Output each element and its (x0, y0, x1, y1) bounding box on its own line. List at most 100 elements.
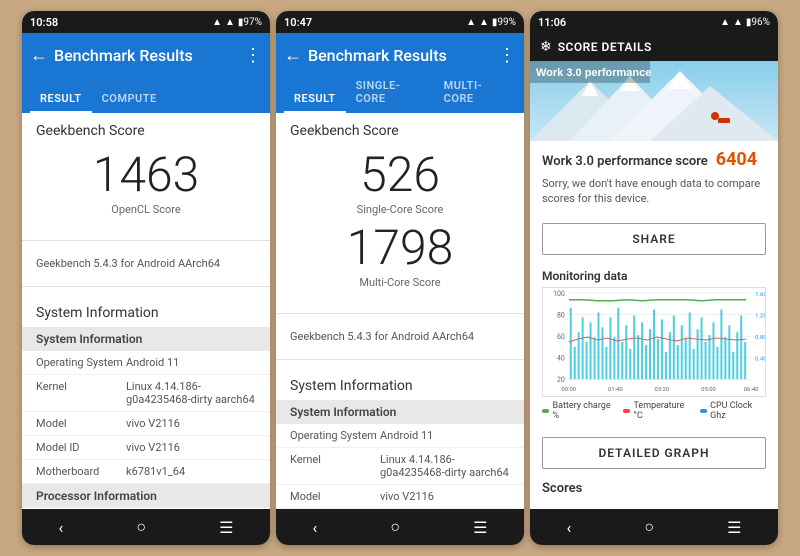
phone3-home-nav[interactable]: ○ (644, 517, 654, 537)
phone1-more-button[interactable]: ⋮ (244, 45, 262, 66)
phone3-nav-bar: ‹ ○ ☰ (530, 509, 778, 545)
phone3-time: 11:06 (538, 16, 566, 29)
phone1-divider2 (22, 286, 270, 287)
phone3-status-bar: 11:06 ▲ ▲ ▮96% (530, 11, 778, 33)
phone3-menu-nav[interactable]: ☰ (727, 518, 741, 537)
table-row: Model vivo V2116 (276, 485, 524, 509)
info-label: Kernel (290, 453, 380, 479)
phone1: 10:58 ▲ ▲ ▮97% ← Benchmark Results ⋮ RES… (22, 11, 270, 545)
phone2-top-bar: ← Benchmark Results ⋮ (276, 33, 524, 77)
info-value: vivo V2116 (380, 490, 510, 503)
temp-legend-dot (623, 409, 630, 413)
phone2-score-section: Geekbench Score 526 Single-Core Score 17… (276, 113, 524, 305)
phone1-back-nav[interactable]: ‹ (59, 518, 64, 537)
signal-icon: ▲ (479, 17, 489, 28)
info-value: Android 11 (126, 356, 256, 369)
phone3-header: ❄ SCORE DETAILS (530, 33, 778, 61)
phone1-menu-nav[interactable]: ☰ (219, 518, 233, 537)
phone2-score1: 526 (290, 151, 510, 199)
svg-text:100: 100 (553, 290, 565, 298)
phone2-back-nav[interactable]: ‹ (313, 518, 318, 537)
phone1-sysinfo-title: System Information (22, 295, 270, 327)
svg-text:03:20: 03:20 (655, 387, 670, 393)
svg-text:0.80GHz: 0.80GHz (755, 335, 765, 341)
svg-text:20: 20 (557, 376, 565, 384)
svg-text:0.40GHz: 0.40GHz (755, 356, 765, 362)
monitoring-title: Monitoring data (542, 269, 766, 283)
phone2-tab-multi[interactable]: MULTI-CORE (434, 73, 516, 113)
info-label: Operating System (290, 429, 380, 442)
svg-text:06:40: 06:40 (744, 387, 759, 393)
info-label: Motherboard (36, 465, 126, 478)
info-label: Kernel (36, 380, 126, 406)
phone2-title: Benchmark Results (308, 46, 492, 65)
svg-text:1.20GHz: 1.20GHz (755, 313, 765, 319)
phone1-score-label: OpenCL Score (36, 203, 256, 216)
phone2-more-button[interactable]: ⋮ (498, 45, 516, 66)
phone3-back-nav[interactable]: ‹ (567, 518, 572, 537)
phone2-divider (276, 313, 524, 314)
info-value: Android 11 (380, 429, 510, 442)
table-row: Operating System Android 11 (276, 424, 524, 448)
phone1-version: Geekbench 5.4.3 for Android AArch64 (22, 249, 270, 278)
phone1-score-section: Geekbench Score 1463 OpenCL Score (22, 113, 270, 232)
phone1-score: 1463 (36, 151, 256, 199)
battery-icon: ▮96% (746, 17, 770, 28)
detailed-graph-button[interactable]: DETAILED GRAPH (542, 437, 766, 469)
share-button[interactable]: SHARE (542, 223, 766, 255)
phone2-sysinfo-title: System Information (276, 368, 524, 400)
phone2-time: 10:47 (284, 16, 312, 29)
phone3-content: Work 3.0 performance Work 3.0 performanc… (530, 61, 778, 509)
svg-text:01:40: 01:40 (608, 387, 623, 393)
wifi-icon: ▲ (212, 17, 222, 28)
phone1-table-header1: System Information (22, 327, 270, 351)
phone1-nav-bar: ‹ ○ ☰ (22, 509, 270, 545)
work-score-value: 6404 (716, 149, 757, 170)
phone2-tab-bar: RESULT SINGLE-CORE MULTI-CORE (276, 77, 524, 113)
hero-image: Work 3.0 performance (530, 61, 778, 141)
table-row: Motherboard k6781v1_64 (22, 460, 270, 484)
phone1-title: Benchmark Results (54, 46, 238, 65)
phone2-content: Geekbench Score 526 Single-Core Score 17… (276, 113, 524, 509)
phone2-home-nav[interactable]: ○ (390, 517, 400, 537)
sorry-text: Sorry, we don't have enough data to comp… (542, 176, 766, 207)
legend-battery: Battery charge % (542, 401, 615, 421)
svg-text:05:00: 05:00 (701, 387, 716, 393)
svg-text:40: 40 (557, 354, 565, 362)
phone2-back-button[interactable]: ← (284, 45, 302, 66)
cpu-legend-label: CPU Clock Ghz (710, 401, 766, 421)
table-row: Kernel Linux 4.14.186-g0a4235468-dirty a… (22, 375, 270, 412)
phone2-menu-nav[interactable]: ☰ (473, 518, 487, 537)
phone1-table-header2: Processor Information (22, 484, 270, 508)
info-value: Linux 4.14.186-g0a4235468-dirty aarch64 (126, 380, 256, 406)
phone1-top-bar: ← Benchmark Results ⋮ (22, 33, 270, 77)
table-row: Operating System Android 11 (22, 351, 270, 375)
phone2-tab-single[interactable]: SINGLE-CORE (346, 73, 434, 113)
signal-icon: ▲ (225, 17, 235, 28)
svg-text:Work 3.0 performance: Work 3.0 performance (536, 67, 651, 79)
legend-temp: Temperature °C (623, 401, 692, 421)
phone2-version: Geekbench 5.4.3 for Android AArch64 (276, 322, 524, 351)
svg-text:00:00: 00:00 (561, 387, 576, 393)
info-label: Operating System (36, 356, 126, 369)
phone2-status-icons: ▲ ▲ ▮99% (466, 17, 516, 28)
phone1-tab-compute[interactable]: COMPUTE (92, 86, 167, 113)
battery-legend-label: Battery charge % (552, 401, 615, 421)
phone1-time: 10:58 (30, 16, 58, 29)
cpu-legend-dot (700, 409, 707, 413)
info-label: Model ID (36, 441, 126, 454)
phone1-back-button[interactable]: ← (30, 45, 48, 66)
phone2-divider2 (276, 359, 524, 360)
phone1-tab-result[interactable]: RESULT (30, 86, 92, 113)
legend-cpu: CPU Clock Ghz (700, 401, 766, 421)
phone1-home-nav[interactable]: ○ (136, 517, 146, 537)
svg-text:80: 80 (557, 311, 565, 319)
chart-area: 100 80 60 40 20 1.60GHz 1.20GHz 0.80GHz … (542, 287, 766, 397)
battery-legend-dot (542, 409, 549, 413)
info-label: Model (290, 490, 380, 503)
phone1-content: Geekbench Score 1463 OpenCL Score Geekbe… (22, 113, 270, 509)
svg-text:60: 60 (557, 333, 565, 341)
phone2-geekbench-title: Geekbench Score (290, 123, 510, 139)
phone1-tab-bar: RESULT COMPUTE (22, 77, 270, 113)
phone2-tab-result[interactable]: RESULT (284, 86, 346, 113)
